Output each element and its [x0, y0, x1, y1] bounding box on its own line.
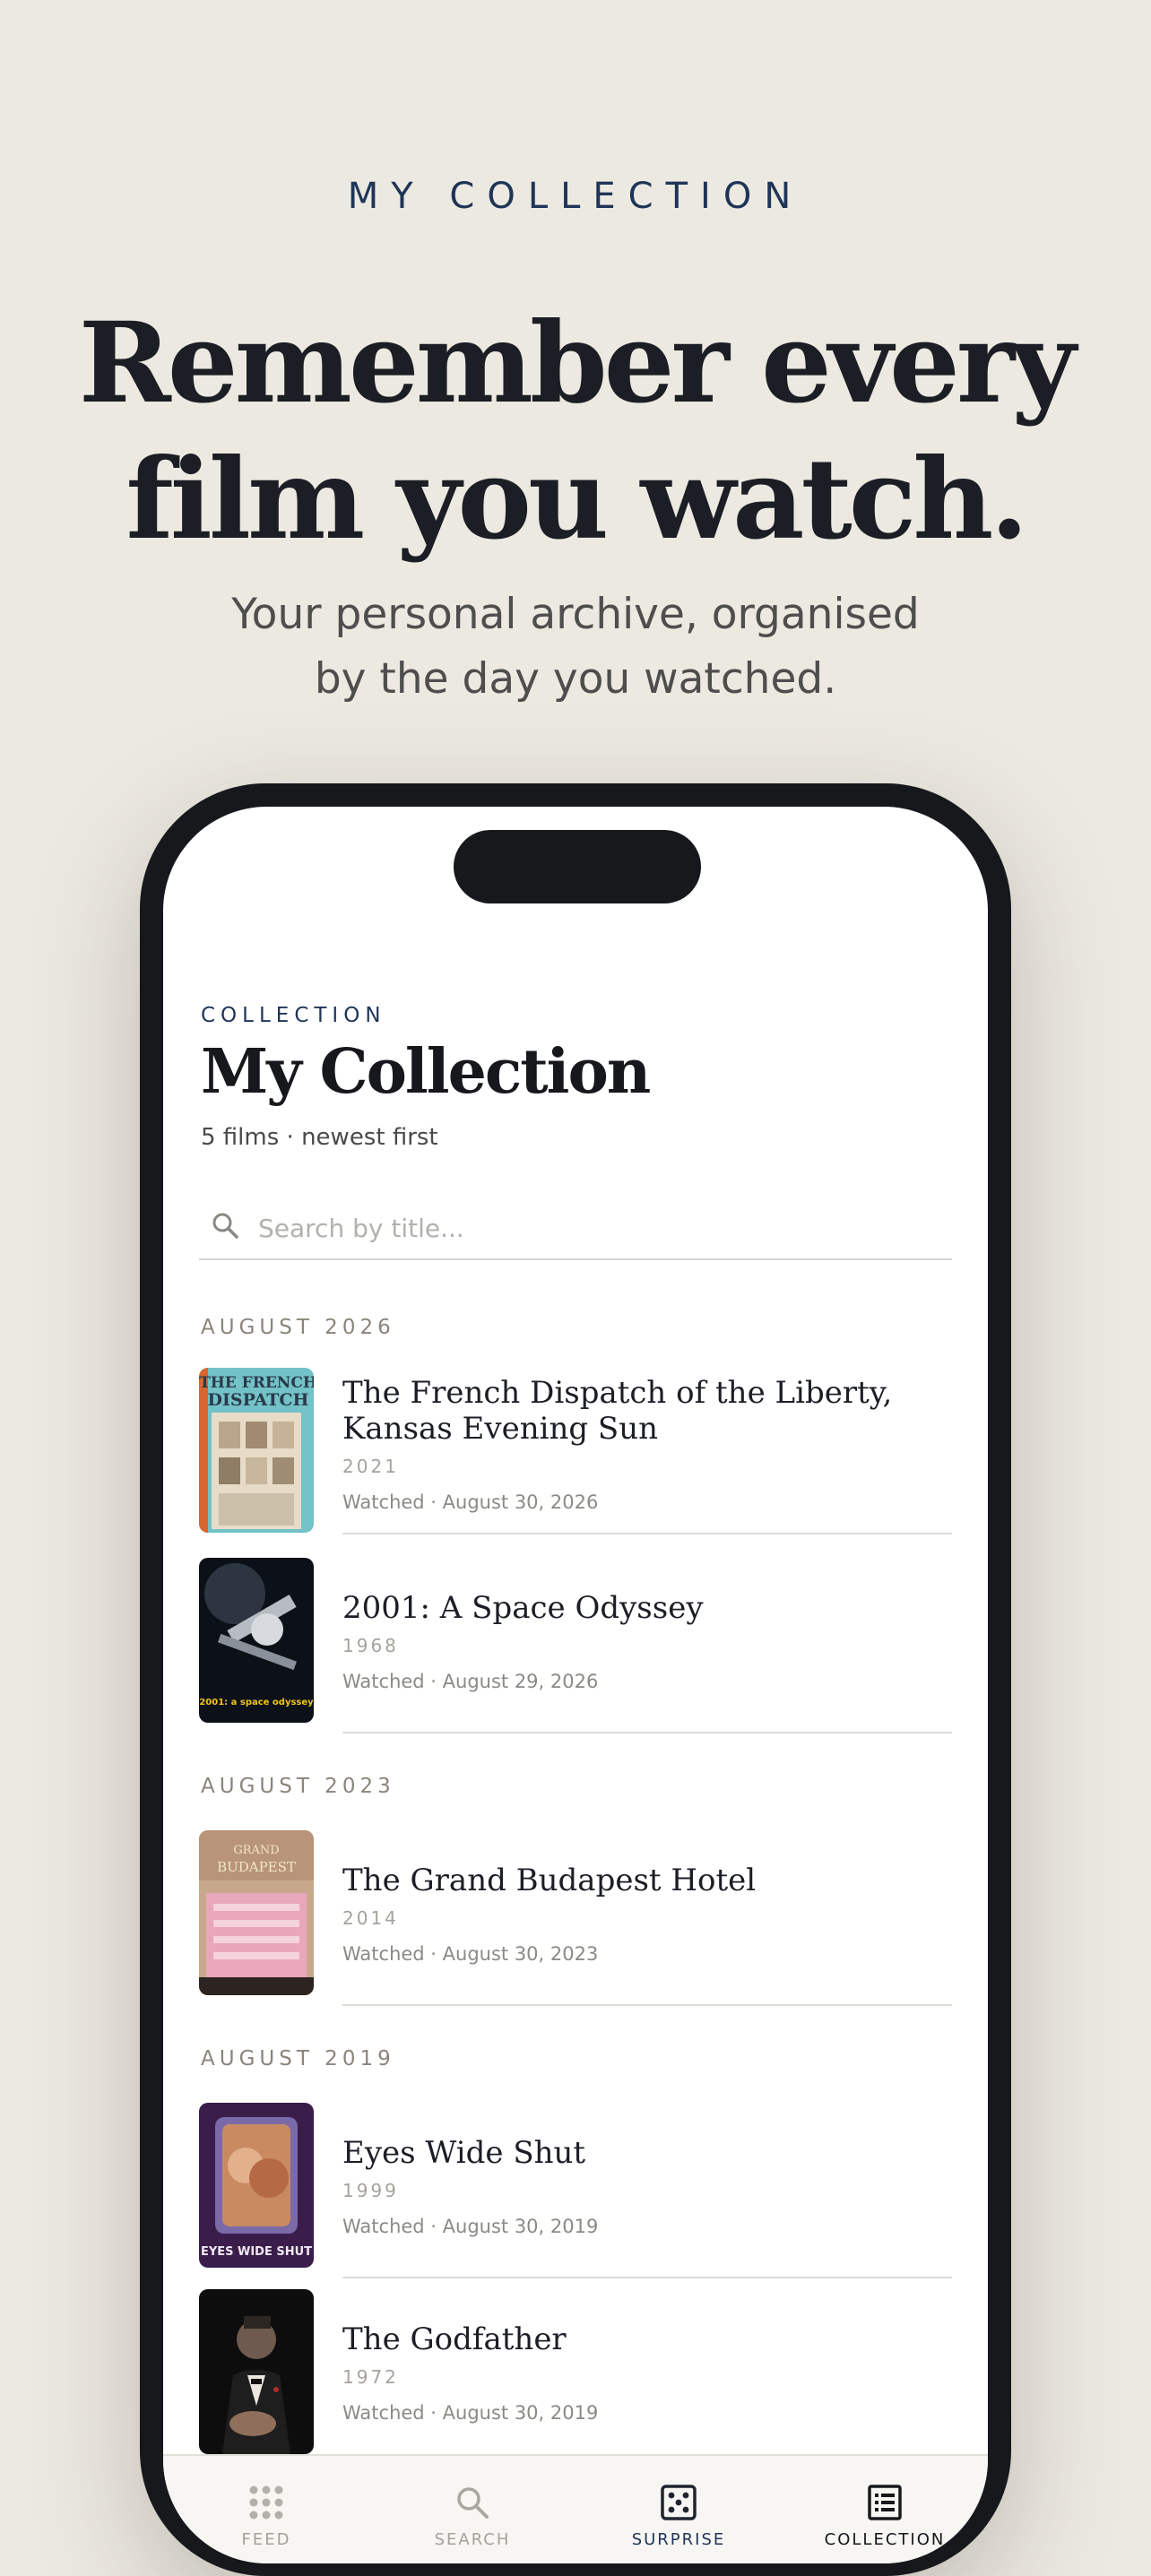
phone-screen: COLLECTION My Collection 5 films · newes…: [163, 807, 988, 2563]
row-divider: [342, 2277, 952, 2278]
tab-feed[interactable]: FEED: [163, 2483, 369, 2549]
tab-search[interactable]: SEARCH: [369, 2483, 576, 2549]
grid-dots-icon: [249, 2485, 283, 2520]
svg-text:DISPATCH: DISPATCH: [208, 1390, 309, 1410]
film-row[interactable]: EYES WIDE SHUT Eyes Wide Shut 1999 Watch…: [199, 2103, 952, 2278]
poster-grand-budapest: GRAND BUDAPEST: [199, 1830, 314, 1995]
tab-feed-label: FEED: [241, 2530, 291, 2549]
month-header: AUGUST 2019: [201, 2047, 395, 2070]
hero-eyebrow: MY COLLECTION: [347, 176, 804, 217]
tab-collection[interactable]: COLLECTION: [782, 2483, 988, 2549]
tab-bar: FEED SEARCH SURPRISE COLLECTION: [163, 2454, 988, 2563]
film-row[interactable]: GRAND BUDAPEST The Grand Budapest Hotel …: [199, 1830, 952, 2006]
film-watched-date: Watched · August 29, 2026: [342, 1671, 599, 1692]
search-icon: [457, 2487, 489, 2519]
film-title: The Godfather: [342, 2321, 567, 2357]
film-watched-date: Watched · August 30, 2019: [342, 2402, 599, 2424]
section-eyebrow: COLLECTION: [201, 1004, 386, 1027]
hero-headline-line-2: film you watch.: [125, 435, 1028, 565]
tab-collection-label: COLLECTION: [824, 2530, 946, 2549]
month-header: AUGUST 2026: [201, 1316, 395, 1339]
film-row[interactable]: THE FRENCH DISPATCH The French Dispatch …: [199, 1368, 952, 1534]
search-input[interactable]: [256, 1205, 923, 1251]
svg-text:GRAND: GRAND: [233, 1844, 279, 1857]
svg-text:EYES WIDE SHUT: EYES WIDE SHUT: [201, 2245, 312, 2259]
search-bar[interactable]: [199, 1197, 952, 1260]
phone-frame: COLLECTION My Collection 5 films · newes…: [140, 783, 1011, 2576]
film-year: 1968: [342, 1635, 399, 1656]
tab-search-label: SEARCH: [434, 2530, 511, 2549]
poster-godfather: [199, 2289, 314, 2454]
tab-surprise-label: SURPRISE: [631, 2530, 726, 2549]
film-watched-date: Watched · August 30, 2026: [342, 1491, 599, 1513]
poster-space-odyssey: 2001: a space odyssey: [199, 1558, 314, 1723]
film-year: 2021: [342, 1456, 399, 1477]
row-divider: [342, 2004, 952, 2006]
hero-subline-line-2: by the day you watched.: [314, 654, 837, 704]
row-divider: [342, 1533, 952, 1534]
page-title: My Collection: [201, 1036, 651, 1108]
row-divider: [342, 1732, 952, 1733]
film-title: 2001: A Space Odyssey: [342, 1590, 704, 1626]
svg-text:2001: a space odyssey: 2001: a space odyssey: [199, 1698, 314, 1707]
dynamic-island: [454, 830, 701, 903]
film-year: 2014: [342, 1907, 399, 1929]
hero-subline-line-1: Your personal archive, organised: [231, 590, 920, 639]
film-title: The French Dispatch of the Liberty, Kans…: [342, 1375, 893, 1447]
svg-text:THE FRENCH: THE FRENCH: [199, 1374, 314, 1392]
search-icon: [212, 1213, 238, 1239]
hero-headline: Remember every film you watch.: [0, 296, 1151, 568]
film-watched-date: Watched · August 30, 2019: [342, 2216, 599, 2237]
film-title: The Grand Budapest Hotel: [342, 1863, 757, 1898]
dice-icon: [661, 2485, 697, 2520]
tab-surprise[interactable]: SURPRISE: [576, 2483, 782, 2549]
month-header: AUGUST 2023: [201, 1775, 395, 1798]
film-watched-date: Watched · August 30, 2023: [342, 1943, 599, 1965]
hero-subline: Your personal archive, organised by the …: [0, 583, 1151, 712]
poster-eyes-wide-shut: EYES WIDE SHUT: [199, 2103, 314, 2268]
film-year: 1972: [342, 2366, 399, 2388]
poster-french-dispatch: THE FRENCH DISPATCH: [199, 1368, 314, 1533]
film-row[interactable]: 2001: a space odyssey 2001: A Space Odys…: [199, 1558, 952, 1733]
film-row[interactable]: The Godfather 1972 Watched · August 30, …: [199, 2289, 952, 2456]
film-title: Eyes Wide Shut: [342, 2135, 586, 2171]
svg-text:BUDAPEST: BUDAPEST: [217, 1859, 296, 1875]
hero-headline-line-1: Remember every: [78, 298, 1077, 428]
film-year: 1999: [342, 2180, 399, 2201]
collection-summary: 5 films · newest first: [201, 1124, 438, 1151]
list-icon: [868, 2485, 902, 2520]
